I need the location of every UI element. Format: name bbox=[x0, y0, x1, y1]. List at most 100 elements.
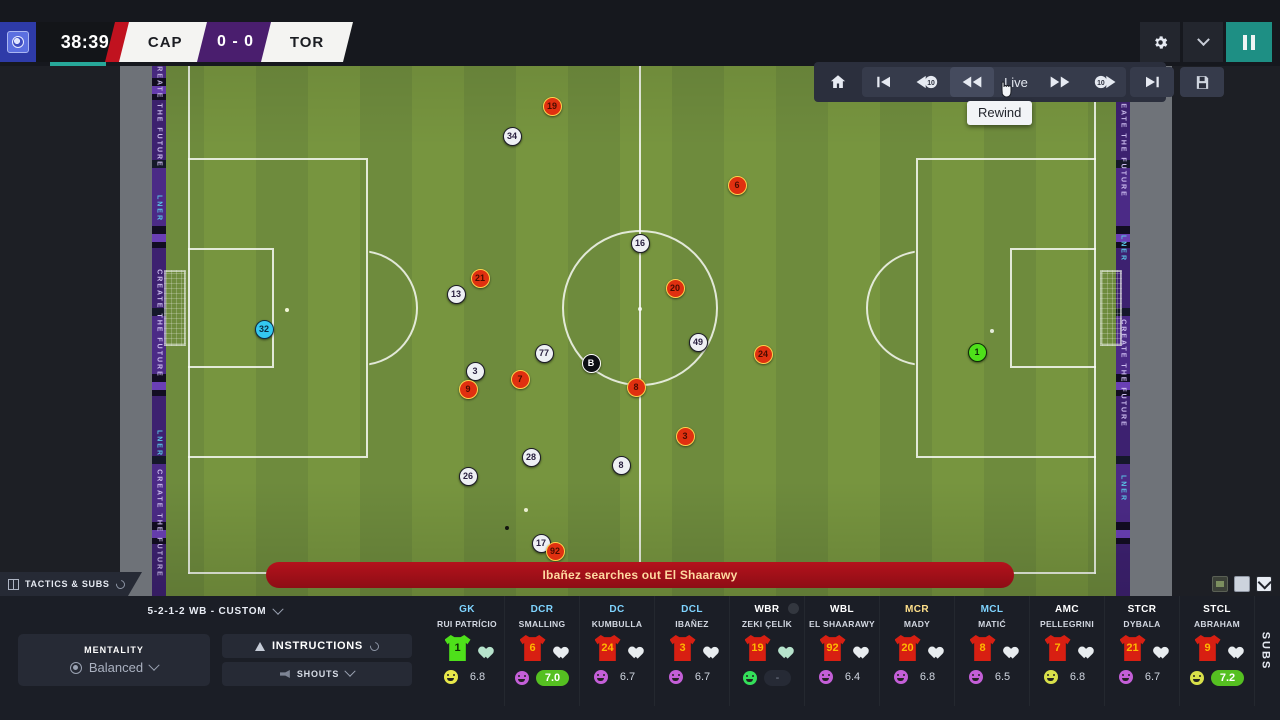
stand-right bbox=[1130, 20, 1172, 596]
panel-icon bbox=[8, 578, 19, 590]
shirt-icon: 21 bbox=[1119, 635, 1146, 661]
player-marker[interactable]: 3 bbox=[675, 426, 695, 446]
player-card[interactable]: DCR SMALLING 6 7.0 bbox=[505, 596, 580, 706]
fast-forward-icon bbox=[1050, 76, 1070, 88]
player-marker[interactable]: 21 bbox=[470, 268, 490, 288]
player-marker[interactable]: 24 bbox=[753, 344, 773, 364]
away-team-name[interactable]: TOR bbox=[261, 22, 353, 62]
home-button[interactable] bbox=[818, 67, 858, 97]
player-marker[interactable]: 8 bbox=[611, 455, 631, 475]
player-marker[interactable]: 28 bbox=[521, 447, 541, 467]
player-rating: 6.7 bbox=[694, 671, 711, 683]
player-card[interactable]: DCL IBAÑEZ 3 6.7 bbox=[655, 596, 730, 706]
stadium-view: CREATE THE FUTURE LNER CREATE THE FUTURE… bbox=[0, 20, 1280, 596]
player-kit-row: 3 bbox=[669, 635, 715, 661]
player-card[interactable]: DC KUMBULLA 24 6.7 bbox=[580, 596, 655, 706]
player-position: AMC bbox=[1055, 604, 1079, 615]
player-position: WBR bbox=[754, 604, 780, 615]
player-card[interactable]: MCR MADY 20 6.8 bbox=[880, 596, 955, 706]
skip-to-end-button[interactable] bbox=[1130, 67, 1174, 97]
shouts-button[interactable]: SHOUTS bbox=[222, 662, 412, 686]
player-rating: 6.4 bbox=[844, 671, 861, 683]
shirt-icon: 3 bbox=[669, 635, 696, 661]
player-marker[interactable]: 7 bbox=[510, 369, 530, 389]
player-number: 24 bbox=[757, 348, 768, 359]
shirt-number: 8 bbox=[979, 642, 986, 654]
tooltip-text: Rewind bbox=[978, 105, 1022, 120]
ad-text: CREATE THE FUTURE bbox=[155, 269, 163, 378]
svg-text:10: 10 bbox=[1097, 80, 1105, 87]
player-marker[interactable]: 32 bbox=[254, 319, 274, 339]
mentality-selector[interactable]: MENTALITY Balanced bbox=[18, 634, 210, 686]
player-number: 7 bbox=[517, 373, 523, 384]
ball-carrier-marker[interactable]: B bbox=[581, 353, 601, 373]
player-marker[interactable]: 16 bbox=[630, 233, 650, 253]
player-marker[interactable]: 3 bbox=[465, 361, 485, 381]
player-marker[interactable]: 8 bbox=[626, 377, 646, 397]
player-name: DYBALA bbox=[1123, 619, 1161, 629]
player-card[interactable]: STCR DYBALA 21 6.7 bbox=[1105, 596, 1180, 706]
clock-progress-bar bbox=[50, 62, 106, 66]
back-10-seconds-button[interactable]: 10 bbox=[906, 67, 950, 97]
mentality-icon bbox=[69, 661, 82, 674]
formation-selector[interactable]: 5-2-1-2 WB - CUSTOM bbox=[0, 603, 430, 617]
pause-button[interactable] bbox=[1226, 22, 1272, 62]
subs-tab[interactable]: SUBS bbox=[1250, 596, 1280, 706]
club-badge-icon bbox=[7, 31, 29, 53]
morale-heart-icon bbox=[1000, 641, 1015, 655]
player-marker[interactable]: 49 bbox=[688, 332, 708, 352]
player-marker[interactable]: 26 bbox=[458, 466, 478, 486]
dropdown-button[interactable] bbox=[1183, 22, 1223, 62]
tactics-and-subs-tab[interactable]: TACTICS & SUBS bbox=[0, 572, 142, 596]
morale-heart-icon bbox=[775, 641, 790, 655]
dugout-view-icon[interactable] bbox=[1256, 576, 1272, 592]
tablet-view-icon[interactable] bbox=[1234, 576, 1250, 592]
player-position: STCL bbox=[1203, 604, 1231, 615]
player-rating: 6.7 bbox=[1144, 671, 1161, 683]
settings-button[interactable] bbox=[1140, 22, 1180, 62]
player-card[interactable]: AMC PELLEGRINI 7 6.8 bbox=[1030, 596, 1105, 706]
substitution-indicator-icon[interactable] bbox=[788, 603, 799, 614]
player-position: WBL bbox=[830, 604, 854, 615]
home-team-name[interactable]: CAP bbox=[119, 22, 211, 62]
player-name: MADY bbox=[903, 619, 931, 629]
save-icon bbox=[1196, 75, 1208, 89]
player-rating: 6.7 bbox=[619, 671, 636, 683]
pitch-view-icon[interactable] bbox=[1212, 576, 1228, 592]
forward-10-seconds-button[interactable]: 10 bbox=[1082, 67, 1126, 97]
player-card[interactable]: WBL EL SHAARAWY 92 6.4 bbox=[805, 596, 880, 706]
player-kit-row: 7 bbox=[1044, 635, 1090, 661]
player-marker[interactable]: 6 bbox=[727, 175, 747, 195]
club-badge[interactable] bbox=[0, 22, 36, 62]
save-button[interactable] bbox=[1180, 67, 1224, 97]
morale-heart-icon bbox=[625, 641, 640, 655]
view-mode-icons bbox=[1212, 576, 1272, 592]
shirt-number: 1 bbox=[454, 642, 461, 654]
stadium-dark-right bbox=[1172, 20, 1280, 596]
condition-smiley-icon bbox=[818, 670, 833, 684]
player-rating-row: 6.7 bbox=[593, 670, 641, 684]
player-card[interactable]: WBR ZEKI ÇELİK 19 - bbox=[730, 596, 805, 706]
player-marker[interactable]: 77 bbox=[534, 343, 554, 363]
cone-icon bbox=[255, 641, 266, 651]
pointer-icon bbox=[1001, 81, 1012, 98]
player-marker[interactable]: 13 bbox=[446, 284, 466, 304]
player-marker[interactable]: 92 bbox=[545, 541, 565, 561]
rewind-button[interactable] bbox=[950, 67, 994, 97]
player-number: 34 bbox=[506, 130, 517, 141]
player-card[interactable]: STCL ABRAHAM 9 7.2 bbox=[1180, 596, 1255, 706]
commentary-text: Ibañez searches out El Shaarawy bbox=[542, 568, 738, 582]
player-card[interactable]: GK RUI PATRÍCIO 1 6.8 bbox=[430, 596, 505, 706]
player-card[interactable]: MCL MATIĆ 8 6.5 bbox=[955, 596, 1030, 706]
player-marker[interactable]: 20 bbox=[665, 278, 685, 298]
player-marker[interactable]: 34 bbox=[502, 126, 522, 146]
player-marker[interactable]: 9 bbox=[458, 379, 478, 399]
instructions-button[interactable]: INSTRUCTIONS bbox=[222, 634, 412, 658]
player-rating-row: 6.4 bbox=[818, 670, 866, 684]
player-marker[interactable]: 1 bbox=[967, 342, 987, 362]
fast-forward-button[interactable] bbox=[1038, 67, 1082, 97]
skip-to-start-button[interactable] bbox=[862, 67, 906, 97]
player-number: 28 bbox=[525, 451, 536, 462]
player-marker[interactable]: 19 bbox=[542, 96, 562, 116]
player-position: MCL bbox=[980, 604, 1004, 615]
